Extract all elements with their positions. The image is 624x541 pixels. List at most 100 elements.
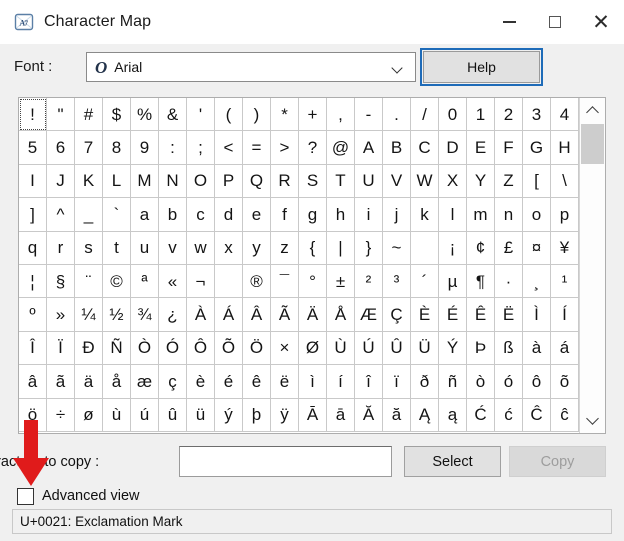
- character-cell[interactable]: U: [355, 164, 383, 199]
- character-cell[interactable]: Ö: [243, 331, 271, 366]
- character-cell[interactable]: â: [19, 365, 47, 399]
- character-cell[interactable]: ¹: [551, 264, 579, 299]
- character-cell[interactable]: £: [495, 231, 523, 265]
- character-cell[interactable]: n: [495, 198, 523, 232]
- character-cell[interactable]: ¾: [131, 298, 159, 332]
- character-cell[interactable]: æ: [131, 365, 159, 399]
- character-cell[interactable]: +: [299, 98, 327, 132]
- character-cell[interactable]: ô: [523, 365, 551, 399]
- character-cell[interactable]: Å: [327, 298, 355, 332]
- character-cell[interactable]: ": [47, 98, 75, 132]
- character-cell[interactable]: Ï: [47, 331, 75, 366]
- character-cell[interactable]: T: [327, 164, 355, 199]
- character-cell[interactable]: ò: [467, 365, 495, 399]
- character-cell[interactable]: ¤: [523, 231, 551, 265]
- font-dropdown[interactable]: O Arial: [86, 52, 416, 82]
- character-cell[interactable]: ñ: [439, 365, 467, 399]
- character-cell[interactable]: ;: [187, 131, 215, 165]
- character-cell[interactable]: ¼: [75, 298, 103, 332]
- character-cell[interactable]: ì: [299, 365, 327, 399]
- character-cell[interactable]: M: [131, 164, 159, 199]
- character-cell[interactable]: É: [439, 298, 467, 332]
- help-button[interactable]: Help: [420, 48, 543, 86]
- character-cell[interactable]: <: [215, 131, 243, 165]
- character-cell[interactable]: ^: [47, 198, 75, 232]
- character-cell[interactable]: ×: [271, 331, 299, 366]
- character-cell[interactable]: :: [159, 131, 187, 165]
- minimize-button[interactable]: [486, 0, 532, 44]
- character-cell[interactable]: ¿: [159, 298, 187, 332]
- character-cell[interactable]: J: [47, 164, 75, 199]
- character-cell[interactable]: ð: [411, 365, 439, 399]
- character-cell[interactable]: K: [75, 164, 103, 199]
- character-cell[interactable]: Î: [19, 331, 47, 366]
- character-cell[interactable]: ¡: [439, 231, 467, 265]
- character-cell[interactable]: ©: [103, 264, 131, 299]
- character-cell[interactable]: ù: [103, 398, 131, 432]
- character-cell[interactable]: s: [75, 231, 103, 265]
- character-cell[interactable]: û: [159, 398, 187, 432]
- character-cell[interactable]: w: [187, 231, 215, 265]
- character-cell[interactable]: Z: [495, 164, 523, 199]
- character-cell[interactable]: Ñ: [103, 331, 131, 366]
- character-cell[interactable]: ø: [75, 398, 103, 432]
- character-cell[interactable]: ¬: [187, 264, 215, 299]
- character-cell[interactable]: _: [75, 198, 103, 232]
- character-cell[interactable]: %: [131, 98, 159, 132]
- character-cell[interactable]: ā: [327, 398, 355, 432]
- character-cell[interactable]: v: [159, 231, 187, 265]
- character-cell[interactable]: ß: [495, 331, 523, 366]
- character-cell[interactable]: Ê: [467, 298, 495, 332]
- character-cell[interactable]: 5: [19, 131, 47, 165]
- character-cell[interactable]: ¦: [19, 264, 47, 299]
- advanced-view-checkbox[interactable]: [17, 487, 34, 505]
- character-cell[interactable]: È: [411, 298, 439, 332]
- character-cell[interactable]: Y: [467, 164, 495, 199]
- character-cell[interactable]: ó: [495, 365, 523, 399]
- character-cell[interactable]: t: [103, 231, 131, 265]
- character-cell[interactable]: ç: [159, 365, 187, 399]
- character-cell[interactable]: Þ: [467, 331, 495, 366]
- character-cell[interactable]: »: [47, 298, 75, 332]
- character-cell[interactable]: ĉ: [551, 398, 579, 432]
- character-cell[interactable]: Ã: [271, 298, 299, 332]
- character-cell[interactable]: Í: [551, 298, 579, 332]
- character-cell[interactable]: ã: [47, 365, 75, 399]
- character-cell[interactable]: -: [355, 98, 383, 132]
- character-cell[interactable]: °: [299, 264, 327, 299]
- character-cell[interactable]: ': [187, 98, 215, 132]
- character-cell[interactable]: Ë: [495, 298, 523, 332]
- character-cell[interactable]: ê: [243, 365, 271, 399]
- characters-to-copy-input[interactable]: [179, 446, 392, 477]
- character-cell[interactable]: |: [327, 231, 355, 265]
- character-cell[interactable]: à: [523, 331, 551, 366]
- character-cell[interactable]: Ú: [355, 331, 383, 366]
- character-cell[interactable]: ²: [355, 264, 383, 299]
- character-cell[interactable]: ú: [131, 398, 159, 432]
- character-cell[interactable]: ~: [383, 231, 411, 265]
- copy-button[interactable]: Copy: [509, 446, 606, 477]
- character-cell[interactable]: R: [271, 164, 299, 199]
- character-cell[interactable]: Ý: [439, 331, 467, 366]
- character-cell[interactable]: 6: [47, 131, 75, 165]
- scroll-down-button[interactable]: [580, 409, 605, 431]
- character-cell[interactable]: e: [243, 198, 271, 232]
- character-cell[interactable]: S: [299, 164, 327, 199]
- character-cell[interactable]: j: [383, 198, 411, 232]
- character-cell[interactable]: Á: [215, 298, 243, 332]
- character-cell[interactable]: ·: [495, 264, 523, 299]
- character-cell[interactable]: =: [243, 131, 271, 165]
- character-cell[interactable]: Æ: [355, 298, 383, 332]
- character-grid[interactable]: ! " # $% & '() * +, -./0 1 2 3 4 5 6 7 8 9:; < = >? @ A B C D E F G H…: [19, 98, 579, 433]
- character-cell[interactable]: ä: [75, 365, 103, 399]
- character-cell[interactable]: Õ: [215, 331, 243, 366]
- character-cell[interactable]: ¨: [75, 264, 103, 299]
- character-cell[interactable]: ¢: [467, 231, 495, 265]
- character-cell[interactable]: \: [551, 164, 579, 199]
- character-cell[interactable]: ®: [243, 264, 271, 299]
- character-cell[interactable]: À: [187, 298, 215, 332]
- character-cell[interactable]: !: [19, 98, 47, 132]
- character-cell[interactable]: $: [103, 98, 131, 132]
- character-cell[interactable]: è: [187, 365, 215, 399]
- character-cell[interactable]: Â: [243, 298, 271, 332]
